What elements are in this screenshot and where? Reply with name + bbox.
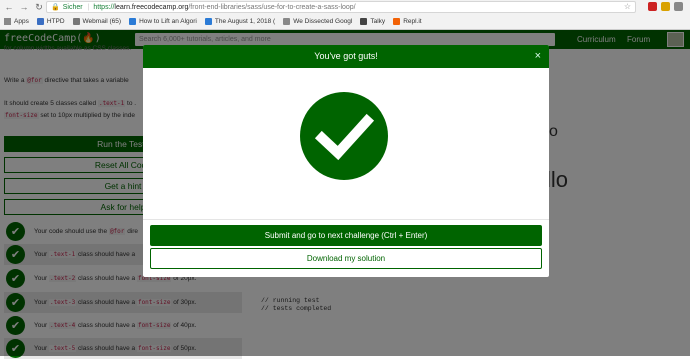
bookmark-item[interactable]: We Dissected Googl [283, 18, 352, 25]
bookmark-favicon-icon [283, 18, 291, 25]
download-solution-button[interactable]: Download my solution [150, 248, 542, 269]
address-bar[interactable]: 🔒 Sicher | https:// learn.freecodecamp.o… [46, 1, 636, 13]
url-protocol: https:// [93, 3, 115, 11]
url-host: learn.freecodecamp.org [114, 3, 189, 11]
bookmark-favicon-icon [360, 18, 368, 25]
modal-header: You've got guts! × [143, 45, 549, 68]
bookmark-item[interactable]: How to Lift an Algori [129, 18, 197, 25]
menu-icon[interactable] [674, 2, 683, 11]
bookmark-item[interactable]: Repl.it [393, 18, 422, 25]
star-icon[interactable]: ☆ [624, 2, 631, 11]
bookmark-label: We Dissected Googl [293, 18, 353, 25]
bookmark-favicon-icon [393, 18, 401, 25]
bookmark-item[interactable]: Talky [360, 18, 385, 25]
reload-icon[interactable]: ↻ [33, 1, 45, 13]
apps-icon[interactable]: Apps [4, 18, 29, 25]
bookmark-label: Webmail (65) [82, 18, 122, 25]
completion-modal: You've got guts! × Submit and go to next… [143, 45, 549, 277]
bookmark-item[interactable]: The August 1, 2018 ( [204, 18, 276, 25]
pdf-extension-icon[interactable] [648, 2, 657, 11]
bookmark-label: Talky [370, 18, 386, 25]
bookmark-favicon-icon [129, 18, 137, 25]
modal-divider [143, 219, 549, 220]
forward-icon[interactable]: → [18, 1, 30, 13]
bookmark-favicon-icon [72, 18, 80, 25]
bookmark-label: How to Lift an Algori [139, 18, 197, 25]
secure-label: Sicher [62, 3, 83, 11]
bookmarks-bar: Apps HTPD Webmail (65) How to Lift an Algor… [0, 14, 690, 30]
extension-icon[interactable] [661, 2, 670, 11]
browser-chrome: ← → ↻ 🔒 Sicher | https:// learn.freecode… [0, 0, 690, 30]
bookmark-label: The August 1, 2018 ( [214, 18, 276, 25]
bookmark-favicon-icon [204, 18, 212, 25]
bookmark-label: Repl.it [403, 18, 422, 25]
success-check-icon [300, 92, 388, 180]
bookmark-favicon-icon [36, 18, 44, 25]
bookmark-label: HTPD [46, 18, 65, 25]
back-icon[interactable]: ← [3, 1, 15, 13]
bookmark-item[interactable]: Webmail (65) [72, 18, 122, 25]
modal-title: You've got guts! [314, 51, 378, 61]
bookmark-label: Apps [14, 18, 29, 25]
url-path: /front-end-libraries/sass/use-for-to-cre… [188, 3, 356, 11]
bookmark-item[interactable]: HTPD [36, 18, 65, 25]
lock-icon: 🔒 [51, 4, 60, 11]
address-row: ← → ↻ 🔒 Sicher | https:// learn.freecode… [0, 0, 690, 14]
close-icon[interactable]: × [535, 45, 541, 68]
submit-next-button[interactable]: Submit and go to next challenge (Ctrl + … [150, 225, 542, 246]
